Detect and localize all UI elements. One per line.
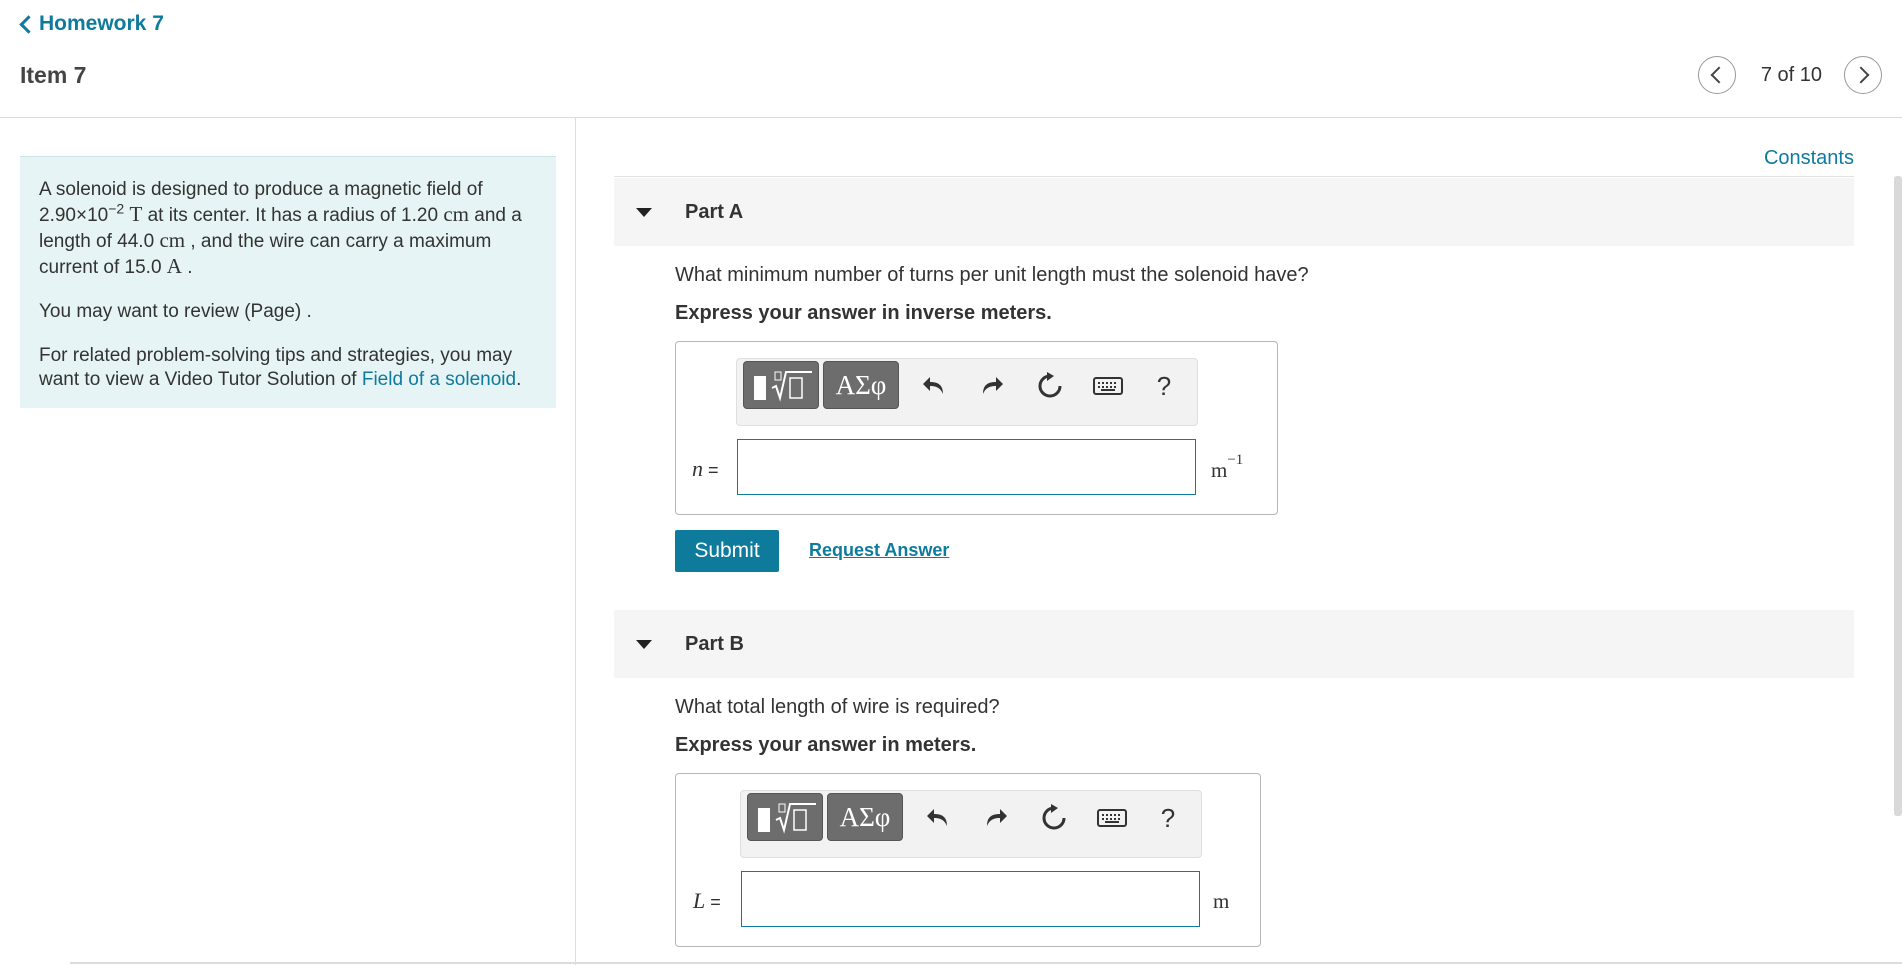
previous-item-button[interactable] — [1697, 56, 1736, 94]
templates-icon — [758, 803, 816, 834]
equals-sign: = — [705, 892, 721, 912]
keyboard-icon[interactable] — [1095, 801, 1129, 835]
length-unit: cm — [159, 228, 186, 252]
field-exponent: −2 — [108, 200, 125, 217]
chevron-right-icon — [1852, 66, 1870, 84]
variable-symbol: L — [693, 888, 706, 913]
redo-icon[interactable] — [975, 369, 1009, 403]
chevron-left-icon — [1710, 66, 1728, 84]
submit-button[interactable]: Submit — [675, 530, 779, 572]
item-pager: 7 of 10 — [1697, 56, 1882, 94]
templates-icon — [754, 371, 812, 402]
intro-paragraph-1: A solenoid is designed to produce a magn… — [39, 178, 537, 280]
part-b-instruction: Express your answer in meters. — [675, 734, 977, 756]
unit-exponent: −1 — [1227, 452, 1244, 468]
back-link-label: Homework 7 — [39, 12, 164, 35]
part-a-header[interactable]: Part A — [614, 178, 1854, 246]
keyboard-icon[interactable] — [1091, 369, 1125, 403]
request-answer-link[interactable]: Request Answer — [809, 540, 949, 561]
undo-icon[interactable] — [917, 369, 951, 403]
top-bar: Homework 7 Item 7 7 of 10 — [0, 0, 1902, 118]
separator — [614, 176, 1854, 177]
part-a-answer-box: ΑΣφ ? n = m−1 — [675, 341, 1278, 515]
part-a-variable-label: n = — [692, 456, 719, 482]
intro-paragraph-3: For related problem-solving tips and str… — [39, 344, 537, 392]
part-a-instruction: Express your answer in inverse meters. — [675, 302, 1052, 324]
bottom-divider — [70, 962, 1902, 964]
math-toolbar: ΑΣφ ? — [740, 790, 1202, 858]
intro-paragraph-2: You may want to review (Page) . — [39, 301, 312, 322]
part-b-header[interactable]: Part B — [614, 610, 1854, 678]
reset-icon[interactable] — [1033, 369, 1067, 403]
scrollbar[interactable] — [1894, 176, 1902, 816]
part-a-answer-input[interactable] — [737, 439, 1196, 495]
collapse-triangle-icon — [636, 207, 652, 217]
intro-text: A solenoid is designed to produce a magn… — [39, 179, 483, 200]
next-item-button[interactable] — [1844, 56, 1882, 94]
help-button[interactable]: ? — [1151, 801, 1185, 835]
part-a-label: Part A — [685, 200, 744, 223]
pager-count: 7 of 10 — [1760, 63, 1822, 86]
greek-symbols-button[interactable]: ΑΣφ — [827, 793, 903, 841]
help-button[interactable]: ? — [1147, 369, 1181, 403]
constants-link[interactable]: Constants — [1764, 147, 1854, 170]
part-b-answer-input[interactable] — [741, 871, 1200, 927]
redo-icon[interactable] — [979, 801, 1013, 835]
back-to-homework-link[interactable]: Homework 7 — [18, 12, 164, 36]
part-a-unit: m−1 — [1211, 452, 1243, 483]
templates-button[interactable] — [747, 793, 823, 841]
collapse-triangle-icon — [636, 639, 652, 649]
part-b-label: Part B — [685, 632, 744, 655]
variable-symbol: n — [692, 456, 703, 481]
part-b-answer-box: ΑΣφ ? L = m — [675, 773, 1261, 947]
intro-text: . — [181, 257, 193, 278]
unit-symbol: m — [1211, 458, 1228, 482]
item-title: Item 7 — [20, 62, 87, 88]
problem-intro-panel: A solenoid is designed to produce a magn… — [20, 156, 556, 408]
radius-unit: cm — [443, 202, 469, 226]
column-divider — [575, 117, 576, 965]
field-value: 2.90×10 — [39, 205, 109, 226]
field-unit: T — [129, 202, 143, 226]
math-toolbar: ΑΣφ ? — [736, 358, 1198, 426]
current-unit: A — [166, 254, 182, 278]
part-b-unit: m — [1213, 889, 1230, 913]
greek-symbols-button[interactable]: ΑΣφ — [823, 361, 899, 409]
reset-icon[interactable] — [1037, 801, 1071, 835]
intro-text: at its center. It has a radius of 1.20 — [142, 205, 444, 226]
chevron-left-icon — [19, 14, 38, 34]
templates-button[interactable] — [743, 361, 819, 409]
part-a-question: What minimum number of turns per unit le… — [675, 264, 1309, 286]
part-b-question: What total length of wire is required? — [675, 696, 1000, 718]
video-tutor-link[interactable]: Field of a solenoid — [362, 369, 516, 390]
undo-icon[interactable] — [921, 801, 955, 835]
intro-text: . — [516, 369, 522, 390]
equals-sign: = — [703, 460, 719, 480]
part-b-variable-label: L = — [693, 888, 721, 914]
